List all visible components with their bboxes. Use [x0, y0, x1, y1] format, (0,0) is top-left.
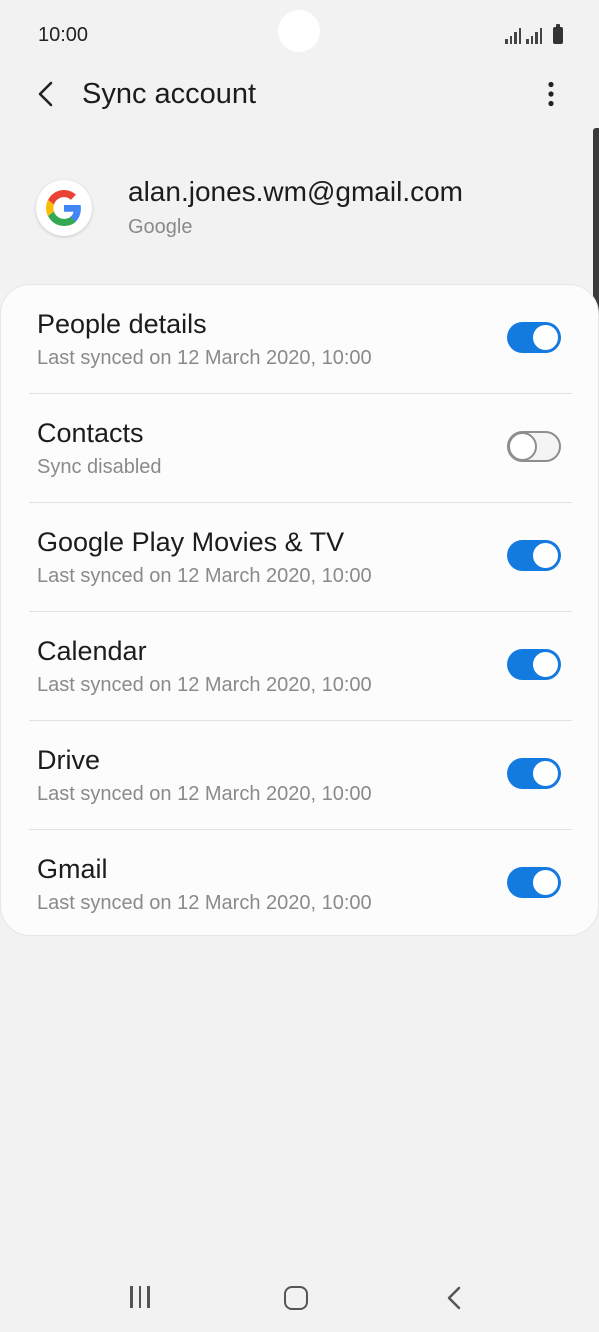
sync-items-card: People details Last synced on 12 March 2…	[0, 284, 599, 936]
battery-icon	[553, 24, 563, 44]
sync-toggle-people-details[interactable]	[507, 322, 561, 353]
account-email: alan.jones.wm@gmail.com	[128, 176, 463, 207]
app-header: Sync account	[0, 66, 599, 122]
sync-toggle-contacts[interactable]	[507, 431, 561, 462]
sync-item-gmail[interactable]: Gmail Last synced on 12 March 2020, 10:0…	[1, 830, 599, 939]
signal-icon	[505, 28, 521, 44]
more-vertical-icon	[548, 81, 554, 107]
sync-toggle-drive[interactable]	[507, 758, 561, 789]
sync-item-title: People details	[37, 309, 207, 339]
back-icon[interactable]	[440, 1284, 468, 1312]
sync-item-contacts[interactable]: Contacts Sync disabled	[1, 394, 599, 503]
sync-item-status: Last synced on 12 March 2020, 10:00	[37, 565, 372, 587]
sync-item-title: Google Play Movies & TV	[37, 527, 345, 557]
sync-toggle-gmail[interactable]	[507, 867, 561, 898]
sync-item-calendar[interactable]: Calendar Last synced on 12 March 2020, 1…	[1, 612, 599, 721]
google-logo-icon	[36, 180, 92, 236]
camera-cutout	[278, 10, 320, 52]
screen: 10:00 Sync account alan.jones.wm@gmail.c…	[0, 0, 599, 1332]
sync-item-play-movies[interactable]: Google Play Movies & TV Last synced on 1…	[1, 503, 599, 612]
sync-item-status: Last synced on 12 March 2020, 10:00	[37, 347, 372, 369]
sync-toggle-calendar[interactable]	[507, 649, 561, 680]
chevron-left-icon	[38, 81, 53, 107]
status-icons	[505, 24, 563, 44]
sync-item-title: Contacts	[37, 418, 144, 448]
sync-item-status: Sync disabled	[37, 456, 162, 478]
sync-toggle-play-movies[interactable]	[507, 540, 561, 571]
home-icon[interactable]	[284, 1286, 308, 1310]
more-options-button[interactable]	[533, 76, 569, 112]
sync-item-title: Gmail	[37, 854, 108, 884]
sync-item-drive[interactable]: Drive Last synced on 12 March 2020, 10:0…	[1, 721, 599, 830]
account-provider: Google	[128, 216, 193, 238]
sync-item-people-details[interactable]: People details Last synced on 12 March 2…	[1, 285, 599, 394]
account-info: alan.jones.wm@gmail.com Google	[36, 172, 566, 252]
system-nav-bar	[0, 1270, 599, 1326]
recents-icon[interactable]	[120, 1286, 160, 1312]
status-time: 10:00	[38, 24, 89, 46]
sync-item-status: Last synced on 12 March 2020, 10:00	[37, 674, 372, 696]
sync-item-status: Last synced on 12 March 2020, 10:00	[37, 783, 372, 805]
sync-item-status: Last synced on 12 March 2020, 10:00	[37, 892, 372, 914]
sync-item-title: Calendar	[37, 636, 147, 666]
sync-item-title: Drive	[37, 745, 101, 775]
signal-icon-secondary	[526, 28, 542, 44]
page-title: Sync account	[82, 78, 257, 110]
back-button[interactable]	[28, 76, 64, 112]
